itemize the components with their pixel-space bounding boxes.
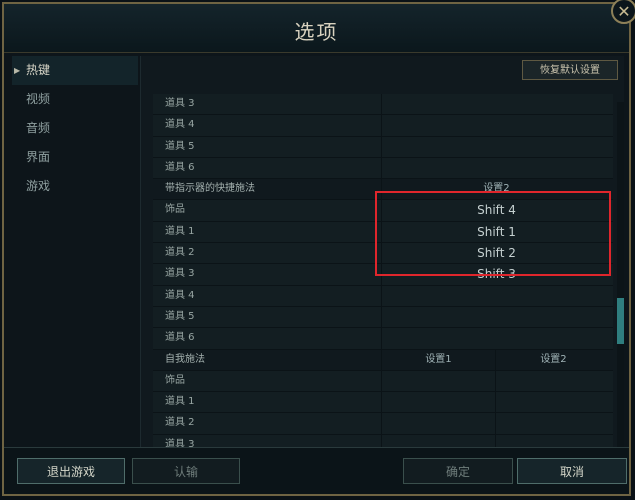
hotkey-row: 道具 2 Shift 2 <box>153 243 613 265</box>
hotkey-binding-slot-1[interactable] <box>381 328 611 349</box>
sidebar-item-label: 游戏 <box>26 179 51 193</box>
hotkey-binding-slot-1[interactable] <box>381 413 495 434</box>
column-header: 设置1 <box>381 349 495 370</box>
hotkey-row: 道具 1 <box>153 392 613 414</box>
hotkey-action-label: 道具 5 <box>165 310 195 322</box>
hotkey-binding-slot-1[interactable]: Shift 4 <box>381 200 611 221</box>
hotkey-binding-slot-1[interactable] <box>381 136 611 157</box>
restore-defaults-button[interactable]: 恢复默认设置 <box>522 60 618 80</box>
sidebar-item-hotkeys[interactable]: ▶ 热键 <box>12 56 138 85</box>
sidebar-item-interface[interactable]: 界面 <box>12 143 138 172</box>
hotkey-binding-slot-1[interactable] <box>381 157 611 179</box>
column-header: 设置2 <box>381 179 611 200</box>
hotkey-action-label: 道具 2 <box>165 247 195 259</box>
hotkey-row: 道具 4 <box>153 285 613 307</box>
hotkey-action-label: 道具 6 <box>165 332 195 344</box>
cancel-button[interactable]: 取消 <box>517 458 627 484</box>
hotkey-row: 道具 4 <box>153 115 613 137</box>
sidebar-item-label: 音频 <box>26 121 51 135</box>
hotkeys-panel: 恢复默认设置 道具 3 道具 4 道具 5 道具 6 带指示器的快捷施法 设置2 饰品 Shi… <box>140 56 624 453</box>
hotkey-action-label: 道具 1 <box>165 225 195 237</box>
hotkey-binding-slot-1[interactable] <box>381 115 611 136</box>
hotkey-row: 道具 2 <box>153 413 613 435</box>
scrollbar-track[interactable] <box>617 102 624 447</box>
hotkey-binding-slot-2[interactable] <box>495 413 611 434</box>
hotkey-binding-slot-2[interactable] <box>495 392 611 413</box>
sidebar-item-label: 视频 <box>26 92 51 106</box>
hotkey-row: 饰品 Shift 4 <box>153 200 613 222</box>
window-title: 选项 <box>294 20 339 44</box>
hotkey-action-label: 自我施法 <box>165 353 205 365</box>
hotkey-binding-slot-1[interactable] <box>381 94 611 115</box>
hotkey-binding-slot-2[interactable] <box>495 370 611 392</box>
hotkey-action-label: 道具 3 <box>165 268 195 280</box>
options-window: 选项 ▶ 热键 视频 音频 界面 游戏 恢复默认设置 道具 3 道具 4 道具 5 道… <box>2 2 631 496</box>
section-header-row: 自我施法 设置1 设置2 <box>153 349 613 371</box>
hotkey-action-label: 道具 6 <box>165 161 195 173</box>
hotkey-binding-slot-1[interactable] <box>381 285 611 306</box>
settings-sidebar: ▶ 热键 视频 音频 界面 游戏 <box>12 56 138 451</box>
hotkey-row: 道具 3 <box>153 94 613 116</box>
hotkey-action-label: 带指示器的快捷施法 <box>165 183 255 195</box>
scrollbar-thumb[interactable] <box>617 298 624 344</box>
surrender-button[interactable]: 认输 <box>132 458 240 484</box>
hotkey-binding-slot-1[interactable] <box>381 370 495 392</box>
close-icon[interactable]: ✕ <box>611 0 635 24</box>
hotkey-action-label: 道具 5 <box>165 140 195 152</box>
hotkey-row: 道具 3 Shift 3 <box>153 264 613 286</box>
sidebar-item-label: 热键 <box>26 63 51 77</box>
hotkey-row: 道具 5 <box>153 136 613 158</box>
hotkey-action-label: 道具 4 <box>165 289 195 301</box>
sidebar-item-audio[interactable]: 音频 <box>12 114 138 143</box>
section-header-row: 带指示器的快捷施法 设置2 <box>153 179 613 201</box>
hotkey-row: 道具 6 <box>153 157 613 180</box>
hotkey-action-label: 道具 2 <box>165 417 195 429</box>
hotkey-binding-slot-1[interactable]: Shift 3 <box>381 264 611 285</box>
hotkey-row: 道具 6 <box>153 328 613 350</box>
sidebar-item-game[interactable]: 游戏 <box>12 172 138 201</box>
footer-bar: 退出游戏 认输 确定 取消 <box>4 447 629 494</box>
hotkey-binding-slot-1[interactable] <box>381 392 495 413</box>
chevron-right-icon: ▶ <box>14 66 21 75</box>
column-header: 设置2 <box>495 349 611 370</box>
hotkey-row: 道具 1 Shift 1 <box>153 221 613 244</box>
hotkey-binding-slot-1[interactable]: Shift 1 <box>381 221 611 243</box>
hotkey-action-label: 道具 4 <box>165 119 195 131</box>
title-bar: 选项 <box>4 4 629 53</box>
hotkey-row: 道具 5 <box>153 306 613 329</box>
hotkey-row: 饰品 <box>153 370 613 393</box>
hotkey-action-label: 饰品 <box>165 374 185 386</box>
hotkey-table: 道具 3 道具 4 道具 5 道具 6 带指示器的快捷施法 设置2 饰品 Shift 4 道具 … <box>153 94 613 452</box>
hotkey-action-label: 道具 1 <box>165 396 195 408</box>
hotkey-binding-slot-1[interactable]: Shift 2 <box>381 243 611 264</box>
sidebar-item-video[interactable]: 视频 <box>12 85 138 114</box>
hotkey-binding-slot-1[interactable] <box>381 306 611 328</box>
hotkey-action-label: 饰品 <box>165 204 185 216</box>
sidebar-item-label: 界面 <box>26 150 51 164</box>
confirm-button[interactable]: 确定 <box>403 458 513 484</box>
exit-game-button[interactable]: 退出游戏 <box>17 458 125 484</box>
hotkey-action-label: 道具 3 <box>165 98 195 109</box>
